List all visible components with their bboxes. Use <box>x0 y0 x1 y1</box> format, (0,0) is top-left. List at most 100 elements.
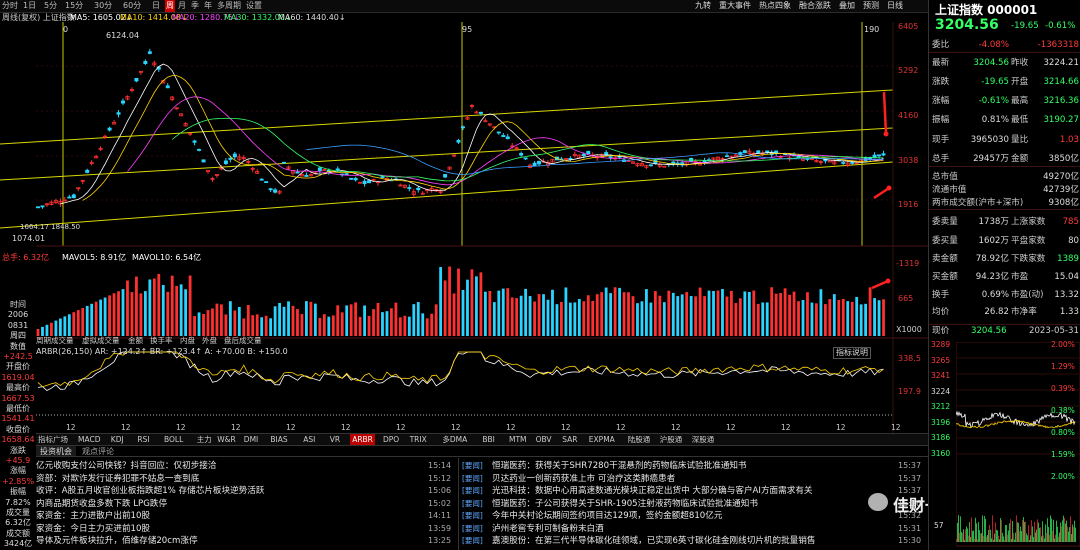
indicator-tab-6[interactable]: W&R <box>217 434 235 445</box>
volume-bar <box>667 290 671 336</box>
indicator-tab-7[interactable]: DMI <box>244 434 258 445</box>
volume-subtab-2[interactable]: 金额 <box>128 335 143 346</box>
toolbar-right-4[interactable]: 叠加 <box>839 0 855 12</box>
indicator-tab-11[interactable]: ARBR <box>350 434 375 445</box>
indicator-tab-9[interactable]: ASI <box>303 434 315 445</box>
candle <box>94 154 99 159</box>
indicator-tab-1[interactable]: MACD <box>78 434 100 445</box>
intraday-volume-bar <box>1015 532 1016 542</box>
indicator-tab-15[interactable]: BBI <box>482 434 495 445</box>
indicator-tab-22[interactable]: 深股通 <box>692 434 715 445</box>
timeframe-7[interactable]: 周 <box>165 0 175 12</box>
toolbar-right-5[interactable]: 预测 <box>863 0 879 12</box>
timeframe-2[interactable]: 5分 <box>44 0 57 12</box>
news-left-item-6[interactable]: 导体及元件板块拉升，佰维存储20cm涨停 <box>36 535 416 547</box>
news-right-item-6[interactable]: 嘉澳股份：在第三代半导体碳化硅领域，已实现6英寸碳化硅金刚线切片机的批量销售 <box>492 535 887 547</box>
indicator-tab-16[interactable]: MTM <box>509 434 527 445</box>
red-arrow <box>871 279 889 290</box>
volume-subtab-3[interactable]: 换手率 <box>150 335 173 346</box>
timeframe-0[interactable]: 分时 <box>2 0 18 12</box>
candle <box>210 176 215 183</box>
volume-subtab-0[interactable]: 周期成交量 <box>36 335 74 346</box>
volume-bar <box>747 291 751 336</box>
x-tick-8: 12 <box>506 423 516 432</box>
volume-bar <box>90 303 94 336</box>
timeframe-4[interactable]: 30分 <box>94 0 112 12</box>
intraday-volume-bar <box>1038 522 1039 542</box>
volume-subtab-5[interactable]: 外盘 <box>202 335 217 346</box>
intraday-volume-bar <box>971 517 972 542</box>
intraday-volume-bar <box>970 537 971 542</box>
volume-bar <box>108 295 111 336</box>
news-right-tag-6: [要闻] <box>462 536 483 545</box>
kline-chart[interactable] <box>0 22 928 433</box>
candles <box>36 48 886 209</box>
panel-row-label-4: 振幅 <box>932 115 950 125</box>
news-left-item-3[interactable]: 内商品期货收盘多数下跌 LPG跌停 <box>36 498 416 510</box>
volume-subtab-1[interactable]: 虚拟成交量 <box>82 335 120 346</box>
indicator-tab-21[interactable]: 沪股通 <box>660 434 683 445</box>
volume-bar <box>546 299 550 336</box>
panel-row-value2-15: 1.33 <box>1059 307 1079 317</box>
news-right-item-3[interactable]: 恒瑞医药：子公司获得关于SHR-1905注射液药物临床试验批准通知书 <box>492 498 887 510</box>
intraday-volume-bar <box>1054 538 1055 542</box>
panel-row-value-3: -0.61% <box>978 96 1009 106</box>
indicator-explain-button[interactable]: 指标说明 <box>833 347 871 359</box>
candle <box>308 173 313 177</box>
volume-bar <box>215 303 219 336</box>
indicator-tab-17[interactable]: OBV <box>536 434 552 445</box>
indicator-tab-12[interactable]: DPO <box>383 434 399 445</box>
volume-bar <box>636 303 639 336</box>
news-right-item-1[interactable]: 贝达药业一创新药获准上市 可治疗这类肺癌患者 <box>492 473 887 485</box>
indicator-tab-18[interactable]: SAR <box>562 434 577 445</box>
candle <box>40 205 45 209</box>
toolbar-right-1[interactable]: 重大事件 <box>719 0 751 12</box>
intraday-volume-bar <box>1068 531 1069 542</box>
candle <box>183 122 188 127</box>
toolbar-right-0[interactable]: 九转 <box>695 0 711 12</box>
news-right-tag-4: [要闻] <box>462 511 483 520</box>
news-left-item-0[interactable]: 亿元收购支付公司快钱？抖音回应：仅初步接洽 <box>36 460 416 472</box>
indicator-tab-10[interactable]: VR <box>330 434 340 445</box>
indicator-tab-8[interactable]: BIAS <box>270 434 287 445</box>
volume-bar <box>358 316 362 336</box>
volume-bar <box>832 294 836 336</box>
volume-subtab-4[interactable]: 内盘 <box>180 335 195 346</box>
volume-subtab-6[interactable]: 盘后成交量 <box>224 335 262 346</box>
toolbar-right-3[interactable]: 融合涨跌 <box>799 0 831 12</box>
timeframe-12[interactable]: 设置 <box>246 0 262 12</box>
timeframe-8[interactable]: 月 <box>178 0 186 12</box>
timeframe-10[interactable]: 年 <box>204 0 212 12</box>
news-right-item-2[interactable]: 光迅科技：数据中心用高速数通光模块正稳定出货中 大部分确与客户AI方面需求有关 <box>492 485 887 497</box>
volume-bar <box>367 315 371 336</box>
intraday-volume-bar <box>963 529 964 542</box>
news-left-item-1[interactable]: 资部：对欺诈发行证券犯罪不姑息一查到底 <box>36 473 416 485</box>
toolbar-right-6[interactable]: 日线 <box>887 0 903 12</box>
x-tick-13: 12 <box>781 423 791 432</box>
indicator-tab-0[interactable]: 指标广场 <box>38 434 68 445</box>
indicator-tab-14[interactable]: 多DMA <box>442 434 467 445</box>
mini-right-label-2: 0.39% <box>1051 384 1075 393</box>
news-left-item-4[interactable]: 家资金：主力进散户出前10股 <box>36 510 416 522</box>
timeframe-3[interactable]: 15分 <box>65 0 83 12</box>
indicator-tab-13[interactable]: TRIX <box>410 434 427 445</box>
indicator-tab-20[interactable]: 陆股通 <box>628 434 651 445</box>
intraday-volume-bar <box>969 522 970 542</box>
timeframe-6[interactable]: 日 <box>152 0 160 12</box>
timeframe-5[interactable]: 60分 <box>123 0 141 12</box>
indicator-tab-2[interactable]: KDJ <box>111 434 124 445</box>
news-left-item-5[interactable]: 家资金：今日主力买进前10股 <box>36 523 416 535</box>
timeframe-9[interactable]: 季 <box>191 0 199 12</box>
toolbar-right-2[interactable]: 热点四象 <box>759 0 791 12</box>
timeframe-1[interactable]: 1日 <box>23 0 36 12</box>
mini-left-label-0: 3289 <box>931 340 951 349</box>
indicator-tab-5[interactable]: 主力 <box>197 434 212 445</box>
indicator-tab-19[interactable]: EXPMA <box>589 434 615 445</box>
news-right-item-4[interactable]: 今年中关村论坛期间签约项目达129项，签约金额超810亿元 <box>492 510 887 522</box>
news-left-item-2[interactable]: 收评：A股五月收官创业板指跌超1% 存储芯片板块逆势活跃 <box>36 485 416 497</box>
timeframe-11[interactable]: 多周期 <box>217 0 241 12</box>
news-right-item-5[interactable]: 泸州老窖专利可制备粉末白酒 <box>492 523 887 535</box>
news-right-item-0[interactable]: 恒瑞医药：获得关于SHR7280干混悬剂的药物临床试验批准通知书 <box>492 460 887 472</box>
indicator-tab-4[interactable]: BOLL <box>164 434 183 445</box>
indicator-tab-3[interactable]: RSI <box>137 434 149 445</box>
